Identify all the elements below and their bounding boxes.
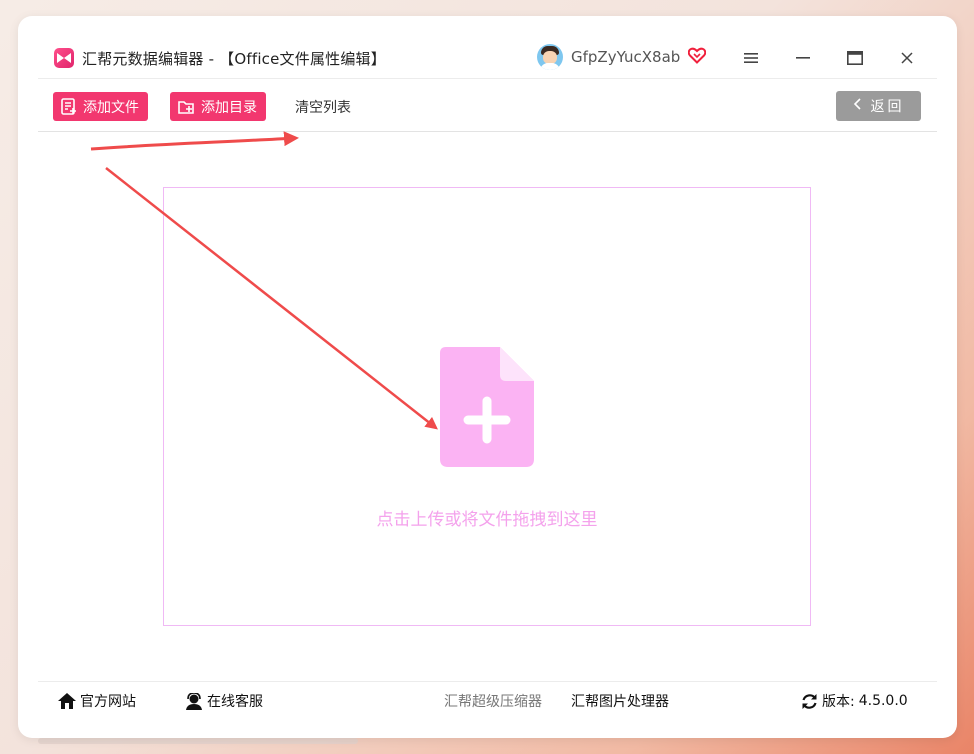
add-file-label: 添加文件 xyxy=(83,99,139,116)
maximize-icon[interactable] xyxy=(835,38,875,78)
menu-icon[interactable] xyxy=(731,38,771,78)
add-folder-icon xyxy=(178,100,194,114)
home-icon xyxy=(58,693,76,709)
username[interactable]: GfpZyYucX8ab xyxy=(571,48,680,66)
chevron-left-icon xyxy=(853,98,861,114)
app-logo-icon xyxy=(54,48,74,68)
title-bar: 汇帮元数据编辑器 - 【Office文件属性编辑】 GfpZyYucX8ab xyxy=(38,38,937,79)
close-icon[interactable] xyxy=(887,38,927,78)
support-icon xyxy=(186,692,202,710)
add-directory-button[interactable]: 添加目录 xyxy=(170,92,266,121)
back-button[interactable]: 返回 xyxy=(836,91,921,121)
user-info[interactable]: GfpZyYucX8ab xyxy=(537,44,707,70)
online-support-label: 在线客服 xyxy=(207,694,263,710)
upload-dropzone[interactable]: 点击上传或将文件拖拽到这里 xyxy=(163,187,811,626)
app-window: 汇帮元数据编辑器 - 【Office文件属性编辑】 GfpZyYucX8ab 添 xyxy=(18,16,957,738)
vip-heart-icon[interactable] xyxy=(688,47,707,68)
clear-list-button[interactable]: 清空列表 xyxy=(295,92,351,121)
footer-bar: 官方网站 在线客服 汇帮超级压缩器 汇帮图片处理器 版本: 4.5.0.0 xyxy=(38,681,937,722)
version-number: 4.5.0.0 xyxy=(858,693,908,709)
version-info[interactable]: 版本: 4.5.0.0 xyxy=(801,682,908,720)
add-file-button[interactable]: 添加文件 xyxy=(53,92,148,121)
online-support-link[interactable]: 在线客服 xyxy=(185,682,263,720)
dropzone-hint[interactable]: 点击上传或将文件拖拽到这里 xyxy=(164,505,810,530)
background-shadow xyxy=(38,738,358,744)
add-directory-label: 添加目录 xyxy=(201,99,257,116)
compressor-link[interactable]: 汇帮超级压缩器 xyxy=(444,682,542,720)
refresh-icon xyxy=(802,693,817,709)
add-file-icon xyxy=(61,98,76,115)
version-label: 版本: xyxy=(822,694,855,710)
window-title: 汇帮元数据编辑器 - 【Office文件属性编辑】 xyxy=(82,49,386,68)
official-website-label: 官方网站 xyxy=(80,694,136,710)
arrow-to-toolbar xyxy=(90,131,299,151)
file-plus-icon[interactable] xyxy=(440,347,534,471)
back-label: 返回 xyxy=(870,99,905,115)
image-tool-link[interactable]: 汇帮图片处理器 xyxy=(571,682,669,720)
avatar[interactable] xyxy=(537,44,563,70)
official-website-link[interactable]: 官方网站 xyxy=(58,682,136,720)
toolbar: 添加文件 添加目录 清空列表 返回 xyxy=(38,79,937,132)
minimize-icon[interactable] xyxy=(783,38,823,78)
